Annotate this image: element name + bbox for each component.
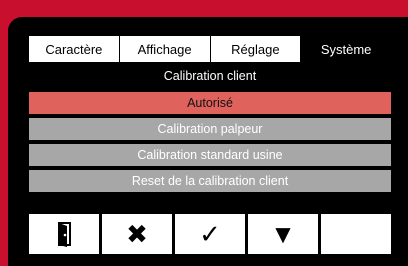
cancel-button[interactable]: ✖ [102,214,172,254]
menu-item-reset-calibration-client[interactable]: Reset de la calibration client [29,170,391,192]
menu-title: Calibration client [163,69,257,83]
tab-reglage[interactable]: Réglage [210,36,302,62]
door-exit-icon [58,222,71,247]
checkmark-icon: ✓ [199,219,221,249]
menu-item-calibration-palpeur[interactable]: Calibration palpeur [29,118,391,140]
menu-item-calibration-standard-usine[interactable]: Calibration standard usine [29,144,391,166]
toolbar: ✖ ✓ ▼ [29,214,391,254]
exit-button[interactable] [29,214,99,254]
tab-caractere[interactable]: Caractère [29,36,120,62]
cross-icon: ✖ [126,219,148,249]
empty-button[interactable] [321,214,391,254]
down-triangle-icon: ▼ [270,219,296,249]
tab-systeme[interactable]: Système [301,36,391,62]
down-button[interactable]: ▼ [248,214,318,254]
menu-item-autorise[interactable]: Autorisé [29,92,391,114]
confirm-button[interactable]: ✓ [175,214,245,254]
menu-list: Autorisé Calibration palpeur Calibration… [29,92,391,196]
tab-affichage[interactable]: Affichage [119,36,211,62]
tab-bar: Caractère Affichage Réglage Système [29,36,391,62]
